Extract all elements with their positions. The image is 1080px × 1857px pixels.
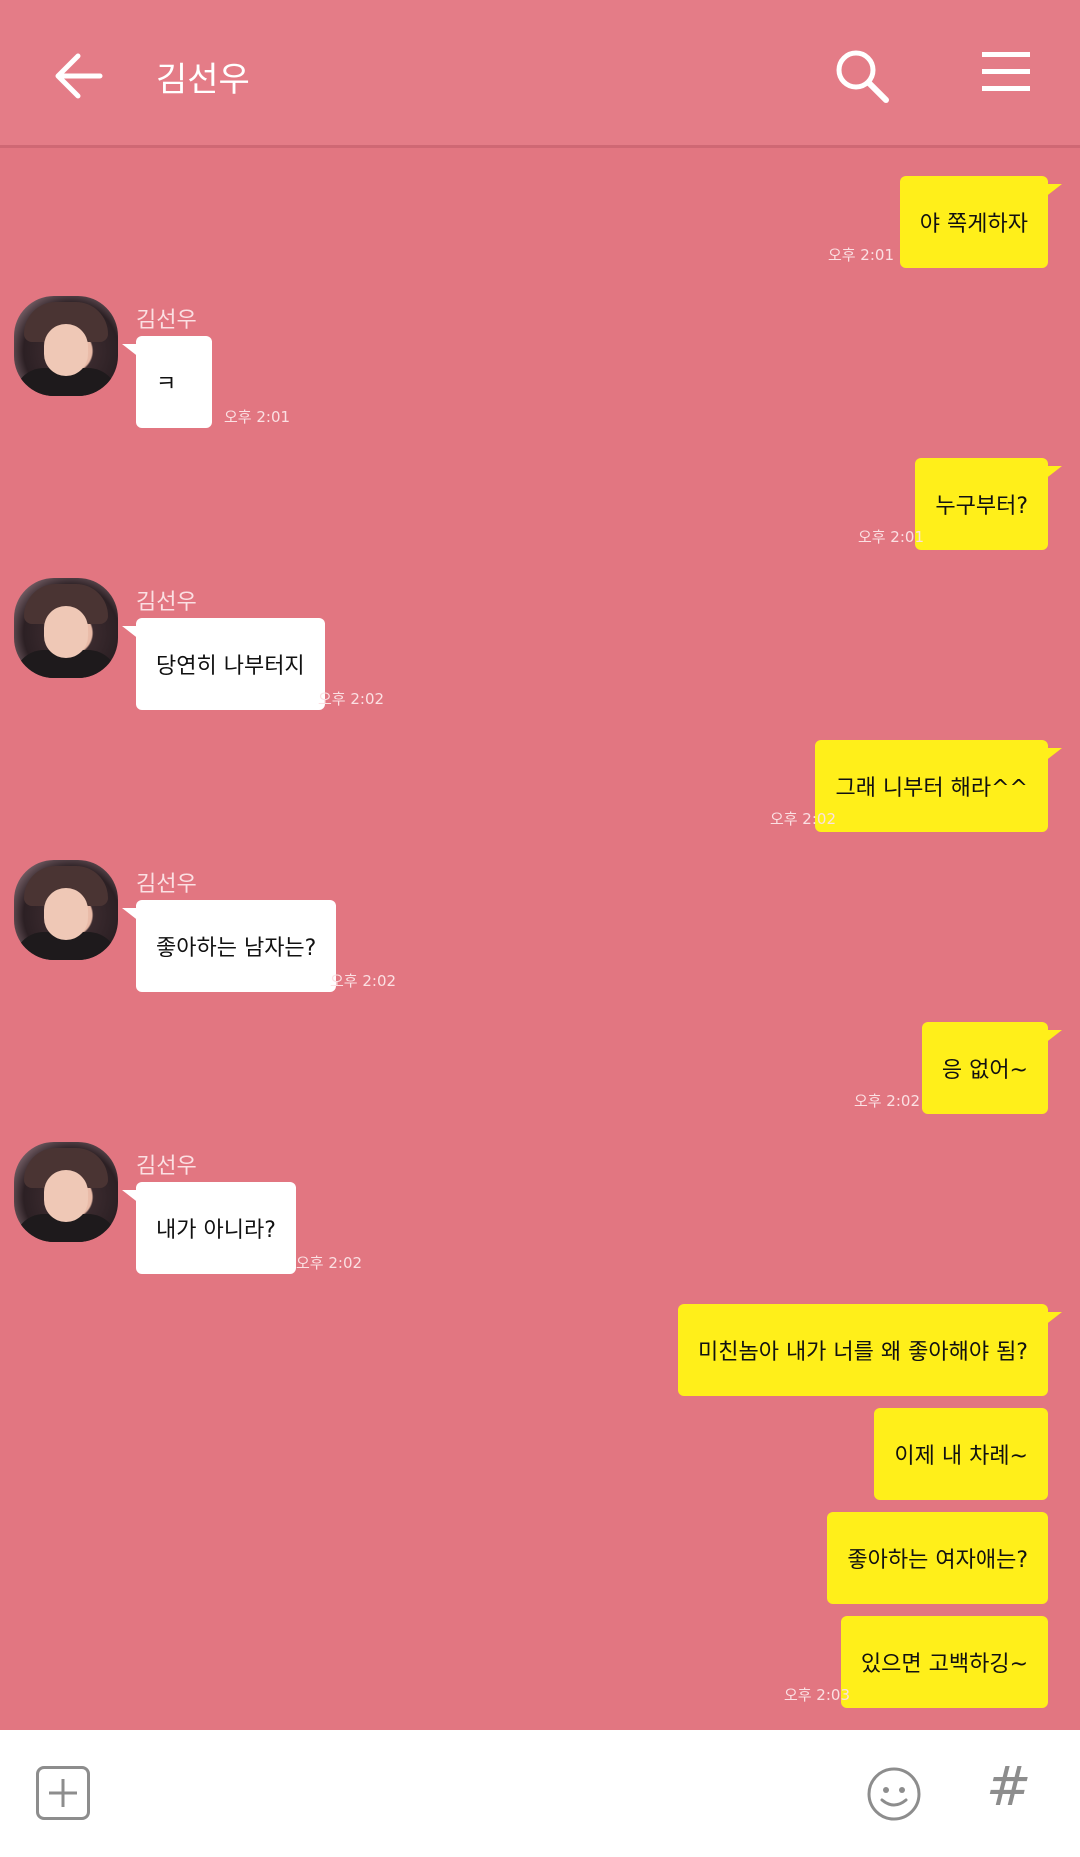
message-time: 오후 2:03 bbox=[783, 1686, 850, 1704]
message-time: 오후 2:02 bbox=[769, 810, 836, 828]
my-message[interactable]: 누구부터? bbox=[915, 458, 1062, 550]
my-message[interactable]: 있으면 고백하깅~ bbox=[840, 1616, 1048, 1708]
plus-icon[interactable] bbox=[36, 1766, 90, 1820]
hash-icon[interactable]: # bbox=[986, 1760, 1031, 1814]
message-time: 오후 2:01 bbox=[224, 408, 291, 426]
their-message[interactable]: 당연히 나부터지 bbox=[122, 618, 325, 710]
avatar[interactable] bbox=[14, 860, 118, 960]
my-message[interactable]: 이제 내 차례~ bbox=[874, 1408, 1048, 1500]
message-time: 오후 2:02 bbox=[853, 1092, 920, 1110]
message-time: 오후 2:02 bbox=[318, 690, 385, 708]
avatar[interactable] bbox=[14, 296, 118, 396]
sender-name: 김선우 bbox=[136, 872, 197, 897]
chat-header: 김선우 bbox=[0, 0, 1080, 148]
my-message[interactable]: 좋아하는 여자애는? bbox=[827, 1512, 1048, 1604]
emoji-icon[interactable] bbox=[866, 1766, 922, 1822]
message-time: 오후 2:02 bbox=[330, 972, 397, 990]
sender-name: 김선우 bbox=[136, 1154, 197, 1179]
message-time: 오후 2:02 bbox=[296, 1254, 363, 1272]
avatar[interactable] bbox=[14, 1142, 118, 1242]
chat-title: 김선우 bbox=[156, 60, 250, 100]
my-message[interactable]: 응 없어~ bbox=[921, 1022, 1063, 1114]
my-message[interactable]: 미친놈아 내가 너를 왜 좋아해야 됨? bbox=[677, 1304, 1063, 1396]
their-message[interactable]: 내가 아니라? bbox=[122, 1182, 296, 1274]
my-message[interactable]: 그래 니부터 해라^^ bbox=[815, 740, 1062, 832]
message-time: 오후 2:01 bbox=[857, 528, 924, 546]
message-list[interactable]: 야 쪽게하자 오후 2:01 김선우 ㅋ 오후 2:01 누구부터? 오후 2:… bbox=[0, 148, 1080, 1730]
sender-name: 김선우 bbox=[136, 308, 197, 333]
my-message[interactable]: 야 쪽게하자 bbox=[899, 176, 1063, 268]
back-arrow-icon[interactable] bbox=[50, 48, 106, 104]
avatar[interactable] bbox=[14, 578, 118, 678]
hamburger-menu-icon[interactable] bbox=[982, 52, 1030, 92]
their-message[interactable]: 좋아하는 남자는? bbox=[121, 900, 337, 992]
input-bar: # bbox=[0, 1730, 1080, 1857]
search-icon[interactable] bbox=[832, 46, 892, 106]
sender-name: 김선우 bbox=[136, 590, 197, 615]
message-time: 오후 2:01 bbox=[827, 246, 894, 264]
their-message[interactable]: ㅋ bbox=[122, 336, 212, 428]
